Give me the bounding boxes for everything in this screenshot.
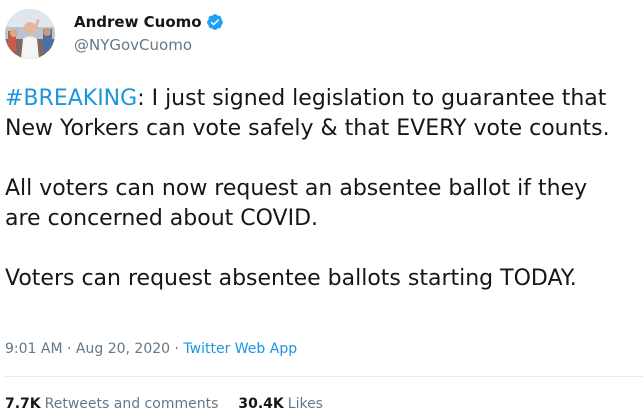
divider bbox=[5, 376, 643, 377]
tweet-time[interactable]: 9:01 AM bbox=[5, 341, 63, 357]
tweet-card: Andrew Cuomo @NYGovCuomo #BREAKING: I ju… bbox=[0, 0, 643, 417]
profile-photo bbox=[5, 9, 55, 59]
display-name[interactable]: Andrew Cuomo bbox=[74, 12, 202, 32]
tweet-metadata: 9:01 AM · Aug 20, 2020 · Twitter Web App bbox=[5, 339, 297, 359]
tweet-line-3: All voters can now request an absentee b… bbox=[5, 176, 588, 201]
tweet-line-1-text: : I just signed legislation to guarantee… bbox=[137, 86, 607, 111]
retweets-label: Retweets and comments bbox=[44, 396, 219, 412]
likes-count: 30.4K bbox=[238, 396, 284, 412]
meta-separator: · bbox=[170, 341, 184, 357]
author-handle[interactable]: @NYGovCuomo bbox=[74, 35, 192, 55]
retweets-stat[interactable]: 7.7K Retweets and comments bbox=[5, 394, 218, 414]
tweet-line-2: New Yorkers can vote safely & that EVERY… bbox=[5, 116, 610, 141]
engagement-stats: 7.7K Retweets and comments 30.4K Likes bbox=[5, 394, 323, 414]
likes-stat[interactable]: 30.4K Likes bbox=[238, 394, 323, 414]
verified-badge-icon bbox=[206, 13, 224, 31]
meta-separator: · bbox=[62, 341, 76, 357]
retweets-count: 7.7K bbox=[5, 396, 41, 412]
likes-label: Likes bbox=[287, 396, 323, 412]
tweet-line-1: #BREAKING: I just signed legislation to … bbox=[5, 84, 641, 114]
tweet-line-5: Voters can request absentee ballots star… bbox=[5, 266, 577, 291]
avatar[interactable] bbox=[5, 9, 55, 59]
author-name-row[interactable]: Andrew Cuomo bbox=[74, 12, 224, 32]
tweet-source-link[interactable]: Twitter Web App bbox=[183, 341, 297, 357]
tweet-text: #BREAKING: I just signed legislation to … bbox=[5, 84, 641, 294]
tweet-date[interactable]: Aug 20, 2020 bbox=[76, 341, 170, 357]
hashtag-link[interactable]: #BREAKING bbox=[5, 86, 137, 111]
tweet-line-4: are concerned about COVID. bbox=[5, 206, 319, 231]
